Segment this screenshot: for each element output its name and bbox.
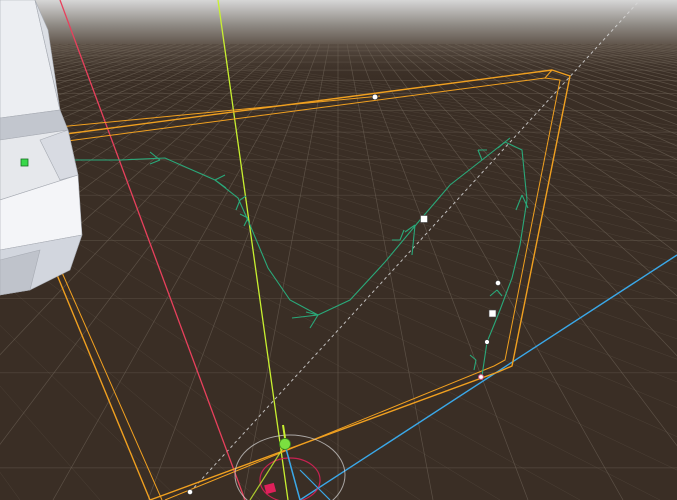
scene-canvas[interactable]: [0, 0, 677, 500]
spline-end-point-handle[interactable]: [478, 374, 484, 380]
scene-viewport[interactable]: [0, 0, 677, 500]
sky: [0, 0, 677, 46]
tangent-handle-right-upper[interactable]: [495, 280, 501, 286]
tangent-handle-bottom[interactable]: [187, 489, 193, 495]
tangent-handle-right-lower[interactable]: [484, 339, 490, 345]
control-point-handle-middle[interactable]: [420, 215, 428, 223]
tangent-handle-top[interactable]: [371, 93, 379, 101]
pivot-icon[interactable]: [20, 158, 29, 167]
control-point-handle-right[interactable]: [488, 309, 497, 318]
gizmo-center-icon[interactable]: [279, 438, 291, 450]
